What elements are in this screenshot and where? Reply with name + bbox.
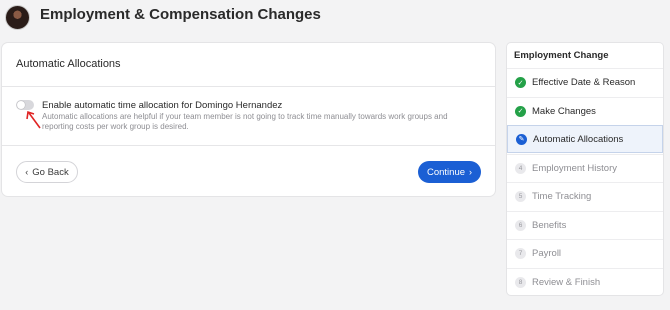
step-time-tracking[interactable]: 5 Time Tracking <box>507 182 663 210</box>
step-employment-history[interactable]: 4 Employment History <box>507 153 663 182</box>
toggle-description: Automatic allocations are helpful if you… <box>42 112 448 131</box>
step-label: Payroll <box>532 248 562 259</box>
card-title: Automatic Allocations <box>16 58 121 70</box>
sidebar-title: Employment Change <box>514 50 609 61</box>
step-number-icon: 4 <box>515 162 526 174</box>
avatar <box>5 5 30 30</box>
step-benefits[interactable]: 6 Benefits <box>507 210 663 239</box>
step-label: Automatic Allocations <box>533 133 624 145</box>
step-number-icon: 5 <box>515 191 526 202</box>
toggle-knob <box>17 101 25 109</box>
step-review-and-finish[interactable]: 8 Review & Finish <box>507 267 663 296</box>
pencil-icon: ✎ <box>516 133 527 145</box>
divider <box>2 145 495 146</box>
divider <box>2 86 495 87</box>
step-label: Benefits <box>532 219 567 231</box>
chevron-left-icon: ‹ <box>25 166 29 177</box>
continue-label: Continue <box>426 166 466 178</box>
allocations-card: Automatic Allocations Enable automatic t… <box>2 43 495 196</box>
step-number-icon: 7 <box>515 248 526 259</box>
step-number-icon: 6 <box>515 219 526 231</box>
continue-button[interactable]: Continue › <box>418 161 481 183</box>
step-label: Effective Date & Reason <box>532 77 636 88</box>
steps-sidebar: Employment Change ✓ Effective Date & Reas… <box>507 43 663 295</box>
step-label: Make Changes <box>532 105 596 117</box>
step-automatic-allocations[interactable]: ✎ Automatic Allocations <box>507 125 663 153</box>
toggle-label: Enable automatic time allocation for Dom… <box>42 100 283 111</box>
step-payroll[interactable]: 7 Payroll <box>507 239 663 267</box>
step-effective-date-and-reason[interactable]: ✓ Effective Date & Reason <box>507 68 663 96</box>
check-circle-icon: ✓ <box>515 77 526 88</box>
page-title: Employment & Compensation Changes <box>40 6 321 23</box>
go-back-label: Go Back <box>32 166 69 178</box>
chevron-right-icon: › <box>469 166 473 177</box>
annotation-arrow-icon <box>26 110 41 129</box>
step-make-changes[interactable]: ✓ Make Changes <box>507 96 663 125</box>
page-header: Employment & Compensation Changes <box>0 0 670 36</box>
check-circle-icon: ✓ <box>515 105 526 117</box>
step-label: Review & Finish <box>532 276 601 288</box>
step-number-icon: 8 <box>515 276 526 288</box>
step-label: Time Tracking <box>532 191 592 202</box>
go-back-button[interactable]: ‹ Go Back <box>16 161 78 183</box>
step-label: Employment History <box>532 162 617 174</box>
